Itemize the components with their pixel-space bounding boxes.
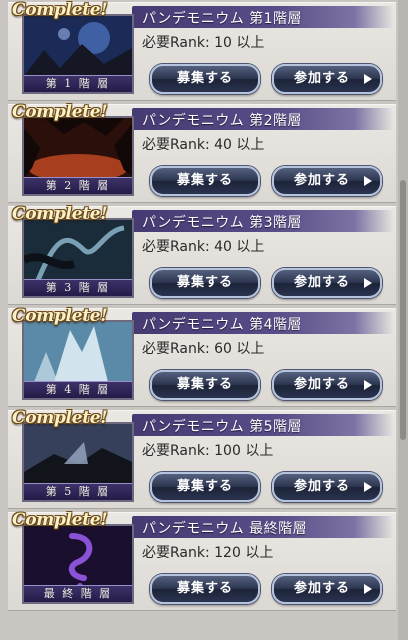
quest-title: パンデモニウム 最終階層 — [142, 521, 308, 537]
quest-title: パンデモニウム 第1階層 — [142, 11, 303, 27]
recruit-button[interactable]: 募集する — [150, 64, 260, 94]
quest-thumbnail[interactable]: 第 2 階 層 — [22, 116, 134, 196]
quest-title: パンデモニウム 第4階層 — [142, 317, 303, 333]
title-bar: パンデモニウム 第1階層 — [132, 6, 394, 28]
complete-badge: Complete! — [12, 306, 108, 326]
title-bar: パンデモニウム 第4階層 — [132, 312, 394, 334]
recruit-button[interactable]: 募集する — [150, 472, 260, 502]
play-arrow-icon — [364, 278, 372, 288]
required-rank: 必要Rank: 40 以上 — [142, 137, 265, 153]
quest-title: パンデモニウム 第3階層 — [142, 215, 303, 231]
quest-title: パンデモニウム 第2階層 — [142, 113, 303, 129]
complete-badge: Complete! — [12, 204, 108, 224]
floor-plate: 第 4 階 層 — [24, 381, 132, 398]
join-button-label: 参加する — [293, 581, 350, 596]
join-button[interactable]: 参加する — [272, 472, 382, 502]
join-button-label: 参加する — [293, 377, 350, 392]
scrollbar[interactable] — [398, 0, 408, 640]
play-arrow-icon — [364, 380, 372, 390]
play-arrow-icon — [364, 74, 372, 84]
join-button[interactable]: 参加する — [272, 166, 382, 196]
title-bar: パンデモニウム 第2階層 — [132, 108, 394, 130]
quest-thumbnail[interactable]: 第 5 階 層 — [22, 422, 134, 502]
floor-plate: 第 2 階 層 — [24, 177, 132, 194]
recruit-button[interactable]: 募集する — [150, 268, 260, 298]
quest-title: パンデモニウム 第5階層 — [142, 419, 303, 435]
floor-plate: 第 3 階 層 — [24, 279, 132, 296]
required-rank: 必要Rank: 40 以上 — [142, 239, 265, 255]
title-bar: パンデモニウム 第3階層 — [132, 210, 394, 232]
quest-thumbnail[interactable]: 最 終 階 層 — [22, 524, 134, 604]
play-arrow-icon — [364, 482, 372, 492]
scrollbar-thumb[interactable] — [400, 180, 406, 440]
required-rank: 必要Rank: 120 以上 — [142, 545, 274, 561]
recruit-button[interactable]: 募集する — [150, 370, 260, 400]
quest-row-floor-2[interactable]: パンデモニウム 第2階層 必要Rank: 40 以上 第 2 階 層 Compl… — [8, 102, 396, 203]
join-button-label: 参加する — [293, 71, 350, 86]
title-bar: パンデモニウム 最終階層 — [132, 516, 394, 538]
join-button[interactable]: 参加する — [272, 574, 382, 604]
join-button[interactable]: 参加する — [272, 64, 382, 94]
quest-row-final[interactable]: パンデモニウム 最終階層 必要Rank: 120 以上 最 終 階 層 Comp… — [8, 510, 396, 611]
quest-thumbnail[interactable]: 第 3 階 層 — [22, 218, 134, 298]
complete-badge: Complete! — [12, 102, 108, 122]
floor-plate: 第 5 階 層 — [24, 483, 132, 500]
floor-plate: 第 1 階 層 — [24, 75, 132, 92]
complete-badge: Complete! — [12, 408, 108, 428]
join-button[interactable]: 参加する — [272, 370, 382, 400]
quest-thumbnail[interactable]: 第 4 階 層 — [22, 320, 134, 400]
quest-list: パンデモニウム 第1階層 必要Rank: 10 以上 第 1 階 層 Compl… — [0, 0, 398, 640]
join-button-label: 参加する — [293, 173, 350, 188]
quest-row-floor-1[interactable]: パンデモニウム 第1階層 必要Rank: 10 以上 第 1 階 層 Compl… — [8, 0, 396, 101]
recruit-button[interactable]: 募集する — [150, 166, 260, 196]
quest-row-floor-4[interactable]: パンデモニウム 第4階層 必要Rank: 60 以上 第 4 階 層 Compl… — [8, 306, 396, 407]
required-rank: 必要Rank: 100 以上 — [142, 443, 274, 459]
title-bar: パンデモニウム 第5階層 — [132, 414, 394, 436]
play-arrow-icon — [364, 584, 372, 594]
join-button-label: 参加する — [293, 275, 350, 290]
required-rank: 必要Rank: 60 以上 — [142, 341, 265, 357]
required-rank: 必要Rank: 10 以上 — [142, 35, 265, 51]
floor-plate: 最 終 階 層 — [24, 585, 132, 602]
play-arrow-icon — [364, 176, 372, 186]
recruit-button[interactable]: 募集する — [150, 574, 260, 604]
quest-thumbnail[interactable]: 第 1 階 層 — [22, 14, 134, 94]
quest-row-floor-5[interactable]: パンデモニウム 第5階層 必要Rank: 100 以上 第 5 階 層 Comp… — [8, 408, 396, 509]
complete-badge: Complete! — [12, 510, 108, 530]
join-button[interactable]: 参加する — [272, 268, 382, 298]
complete-badge: Complete! — [12, 0, 108, 20]
quest-row-floor-3[interactable]: パンデモニウム 第3階層 必要Rank: 40 以上 第 3 階 層 Compl… — [8, 204, 396, 305]
join-button-label: 参加する — [293, 479, 350, 494]
